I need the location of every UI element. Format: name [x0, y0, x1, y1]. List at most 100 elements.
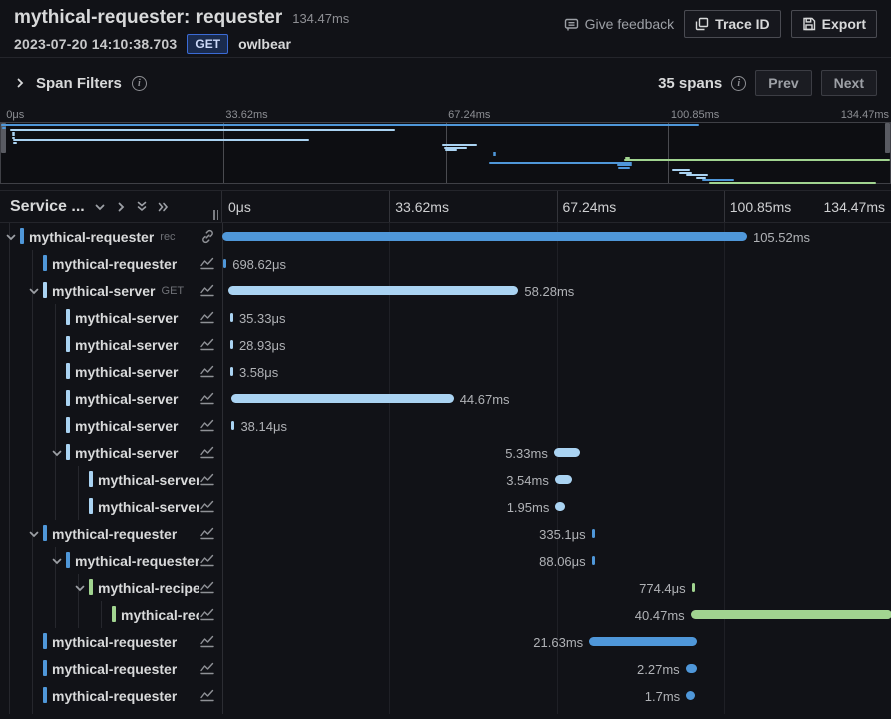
info-icon[interactable]: i: [731, 75, 747, 91]
link-icon[interactable]: [200, 229, 215, 244]
tree-guide-line: [32, 412, 33, 439]
chart-icon[interactable]: [199, 445, 215, 460]
chart-icon[interactable]: [199, 634, 215, 649]
span-operation-name: rec: [160, 230, 176, 243]
span-row[interactable]: mythical-requester 1.7ms: [0, 682, 891, 709]
http-method-badge: GET: [187, 34, 229, 55]
tree-guide-line: [32, 358, 33, 385]
duration-bar[interactable]: [691, 583, 696, 592]
info-icon[interactable]: i: [131, 75, 147, 91]
minimap-tick-label: 67.24ms: [448, 109, 491, 121]
duration-bar[interactable]: [686, 691, 695, 700]
axis-tick-label: 33.62ms: [395, 199, 449, 215]
span-row-timeline: 28.93μs: [222, 331, 891, 358]
chart-icon[interactable]: [199, 256, 215, 271]
duration-bar[interactable]: [685, 664, 697, 673]
chart-icon[interactable]: [199, 688, 215, 703]
chart-icon[interactable]: [199, 661, 215, 676]
span-row[interactable]: mythical-recipee 40.47ms: [0, 601, 891, 628]
duration-bar[interactable]: [222, 232, 747, 241]
chart-icon[interactable]: [199, 472, 215, 487]
duration-bar[interactable]: [591, 556, 595, 565]
tree-guide-line: [55, 331, 56, 358]
span-row[interactable]: mythical-server 44.67ms: [0, 385, 891, 412]
column-resize-handle[interactable]: [213, 210, 218, 220]
duration-bar[interactable]: [229, 313, 233, 322]
span-row[interactable]: mythical-server GET 58.28ms: [0, 277, 891, 304]
chart-icon[interactable]: [199, 391, 215, 406]
double-angle-right-icon[interactable]: [157, 201, 170, 213]
span-row[interactable]: mythical-server 1.95ms: [0, 493, 891, 520]
chart-icon[interactable]: [199, 553, 215, 568]
span-row[interactable]: mythical-requester 21.63ms: [0, 628, 891, 655]
chart-icon[interactable]: [199, 607, 215, 622]
minimap-span: [617, 164, 633, 166]
angle-right-icon[interactable]: [115, 201, 127, 213]
tree-guide-line: [32, 304, 33, 331]
double-angle-down-icon[interactable]: [136, 200, 148, 213]
span-row-left: mythical-requester: [0, 520, 222, 547]
minimap-span: [9, 129, 395, 131]
chevron-right-icon[interactable]: [14, 77, 26, 89]
duration-bar[interactable]: [228, 286, 519, 295]
trace-minimap[interactable]: 0μs 33.62ms 67.24ms 100.85ms 134.47ms: [0, 108, 891, 186]
span-row[interactable]: [0, 709, 891, 714]
duration-bar[interactable]: [591, 529, 595, 538]
chart-icon[interactable]: [199, 499, 215, 514]
chevron-down-icon[interactable]: [28, 527, 40, 539]
chart-icon[interactable]: [199, 310, 215, 325]
minimap-right-drag-handle[interactable]: [885, 123, 890, 153]
duration-bar[interactable]: [554, 475, 573, 484]
span-row-left: mythical-recipee: [0, 574, 222, 601]
duration-bar[interactable]: [690, 610, 891, 619]
span-service-name: mythical-server: [98, 471, 199, 488]
span-row[interactable]: mythical-server 28.93μs: [0, 331, 891, 358]
span-row[interactable]: mythical-requester 698.62μs: [0, 250, 891, 277]
duration-bar[interactable]: [231, 421, 235, 430]
span-service-name: mythical-server: [75, 417, 179, 434]
span-row[interactable]: mythical-server 3.54ms: [0, 466, 891, 493]
minimap-tick-label: 33.62ms: [225, 109, 268, 121]
chart-icon[interactable]: [199, 283, 215, 298]
minimap-span: [672, 169, 690, 171]
export-button[interactable]: Export: [790, 10, 877, 38]
give-feedback-link[interactable]: Give feedback: [564, 16, 674, 32]
chevron-down-icon[interactable]: [74, 581, 86, 593]
duration-bar[interactable]: [229, 340, 233, 349]
duration-bar[interactable]: [222, 259, 227, 268]
chevron-down-icon[interactable]: [51, 446, 63, 458]
chart-icon[interactable]: [199, 418, 215, 433]
duration-bar[interactable]: [555, 502, 566, 511]
prev-button[interactable]: Prev: [755, 70, 812, 96]
duration-bar[interactable]: [553, 448, 581, 457]
minimap-canvas[interactable]: [0, 122, 891, 184]
chart-icon[interactable]: [199, 364, 215, 379]
span-row[interactable]: mythical-requester 88.06μs: [0, 547, 891, 574]
trace-id-button[interactable]: Trace ID: [684, 10, 781, 38]
span-row[interactable]: mythical-requester 335.1μs: [0, 520, 891, 547]
chevron-down-icon[interactable]: [51, 554, 63, 566]
duration-bar[interactable]: [589, 637, 697, 646]
span-row[interactable]: mythical-requester 2.27ms: [0, 655, 891, 682]
duration-bar[interactable]: [229, 367, 233, 376]
span-row[interactable]: mythical-server 5.33ms: [0, 439, 891, 466]
chart-icon[interactable]: [199, 337, 215, 352]
span-row[interactable]: mythical-server 35.33μs: [0, 304, 891, 331]
span-filters-title[interactable]: Span Filters: [36, 75, 122, 92]
tree-guide-line: [32, 385, 33, 412]
span-row[interactable]: mythical-server 38.14μs: [0, 412, 891, 439]
tree-guide-line: [9, 385, 10, 412]
chevron-down-icon[interactable]: [5, 230, 17, 242]
span-row-left: mythical-server GET: [0, 277, 222, 304]
chevron-down-icon[interactable]: [94, 201, 106, 213]
span-row[interactable]: mythical-requester rec 105.52ms: [0, 223, 891, 250]
chart-icon[interactable]: [199, 580, 215, 595]
chart-icon[interactable]: [199, 526, 215, 541]
duration-bar[interactable]: [231, 394, 454, 403]
span-row-left: mythical-recipee: [0, 601, 222, 628]
span-row[interactable]: mythical-recipee 774.4μs: [0, 574, 891, 601]
next-button[interactable]: Next: [820, 70, 877, 96]
chevron-down-icon[interactable]: [28, 284, 40, 296]
span-row[interactable]: mythical-server 3.58μs: [0, 358, 891, 385]
trace-timestamp: 2023-07-20 14:10:38.703: [14, 36, 178, 53]
